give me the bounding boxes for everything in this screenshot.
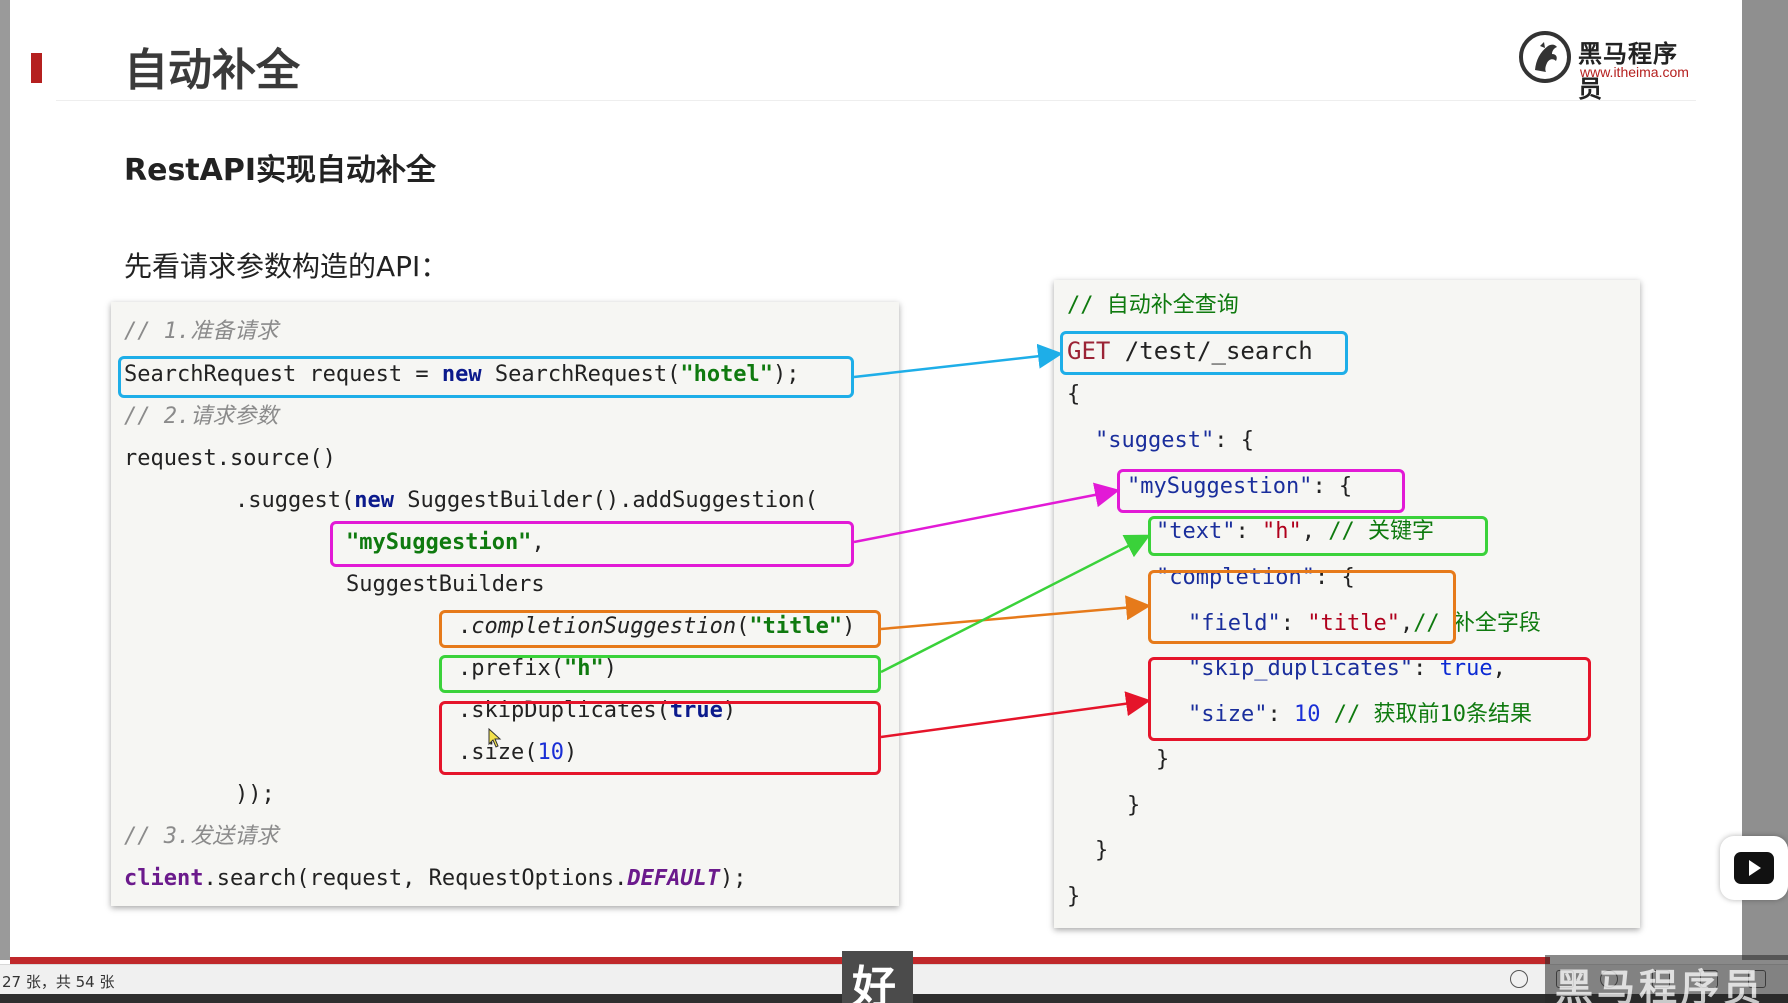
title-divider [56,100,1696,101]
progress-red-bar [10,957,1550,964]
code-comment-params: // 2.请求参数 [124,404,279,429]
overlay-thumb-char: 好 [852,962,896,1003]
highlight-skip-size [1148,657,1591,741]
section-subtitle: RestAPI实现自动补全 [124,153,437,188]
json-close-mysuggestion: } [1127,793,1141,818]
code-comment-prepare: // 1.准备请求 [124,319,279,344]
highlight-completion-field [1148,570,1456,644]
left-edge-strip [0,0,10,960]
video-play-badge[interactable] [1720,836,1788,900]
title-accent-bar [31,53,42,83]
watermark-text: 黑马程序员 [1555,966,1766,1003]
right-edge-strip [1742,0,1788,960]
json-close-completion: } [1156,747,1170,772]
play-icon [1734,852,1774,884]
json-close-suggest: } [1095,838,1109,863]
code-line-client-search: client.search(request, RequestOptions.DE… [124,866,747,891]
horse-logo-icon [1519,31,1571,83]
timer-icon[interactable] [1510,970,1528,988]
highlight-text [1148,516,1488,556]
json-comment-title: // 自动补全查询 [1067,293,1239,318]
highlight-prefix [439,655,881,693]
json-open-brace: { [1067,382,1081,407]
highlight-search-request [118,356,854,398]
code-comment-send: // 3.发送请求 [124,824,279,849]
slide: 自动补全 黑马程序员 www.itheima.com RestAPI实现自动补全… [0,0,1788,1003]
mouse-cursor-icon [488,728,502,748]
code-line-suggestbuilders: SuggestBuilders [346,572,545,597]
highlight-completion-suggestion [439,610,881,648]
slide-counter: 27 张，共 54 张 [2,973,115,991]
code-line-suggest: .suggest(new SuggestBuilder().addSuggest… [235,488,818,513]
highlight-skip-and-size [439,701,881,775]
watermark-overlay: 黑马程序员 [1545,955,1788,1003]
highlight-mysuggestion [1117,469,1405,513]
code-line-close: )); [235,782,275,807]
json-close-root: } [1067,884,1081,909]
slide-title: 自动补全 [124,45,300,96]
logo-url: www.itheima.com [1580,64,1689,80]
overlay-thumbnail[interactable]: 好 [842,951,913,1003]
intro-text: 先看请求参数构造的API： [124,250,449,283]
code-line-source: request.source() [124,446,336,471]
highlight-get-request [1060,331,1348,375]
highlight-suggestion-name [330,521,854,567]
json-suggest-line: "suggest": { [1095,428,1254,453]
itheima-logo: 黑马程序员 www.itheima.com [1518,30,1698,103]
